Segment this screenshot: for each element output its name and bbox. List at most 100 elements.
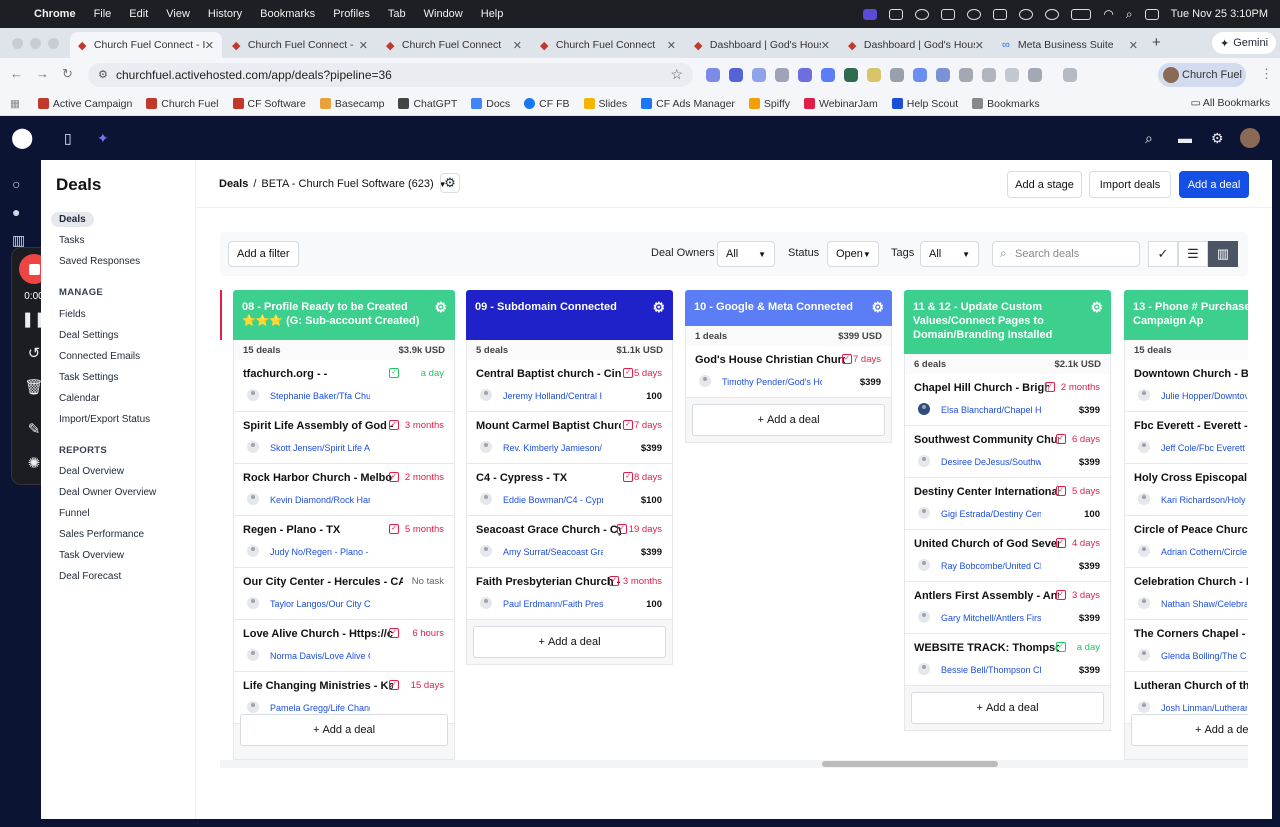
deal-contact-link[interactable]: Amy Surrat/Seacoast Gra — [503, 547, 603, 557]
deal-card[interactable]: Mount Carmel Baptist Church -✓7 days Rev.… — [467, 412, 672, 464]
face-icon[interactable] — [1045, 8, 1060, 20]
sidebar-item-funnel[interactable]: Funnel — [59, 508, 90, 519]
extension-icon[interactable] — [752, 68, 766, 82]
extension-icon[interactable] — [1005, 68, 1019, 82]
deal-contact-link[interactable]: Nathan Shaw/Celebra — [1161, 599, 1247, 609]
extension-icon[interactable] — [844, 68, 858, 82]
deal-contact-link[interactable]: Bessie Bell/Thompson Cl — [941, 665, 1041, 675]
task-check-icon[interactable]: ✓ — [609, 576, 619, 586]
bookmark-item[interactable]: Active Campaign — [37, 98, 132, 110]
pipeline-settings-gear-icon[interactable]: ⚙ — [440, 173, 460, 193]
deal-contact-link[interactable]: Jeremy Holland/Central I — [503, 391, 603, 401]
stage-header[interactable]: 08 - Profile Ready to be Created ⭐⭐⭐ (G:… — [233, 290, 455, 340]
deal-contact-link[interactable]: Jeff Cole/Fbc Everett — [1161, 443, 1247, 453]
deal-owners-select[interactable]: All ▼ — [717, 241, 775, 267]
extensions-puzzle-icon[interactable] — [1028, 68, 1042, 82]
board-horizontal-scrollbar[interactable] — [220, 760, 1248, 768]
wifi-icon[interactable]: ◠ — [1103, 7, 1113, 21]
deal-card[interactable]: Love Alive Church - Https://chu ✓ 6 hours N… — [234, 620, 454, 672]
checklist-view-icon[interactable]: ✓ — [1148, 241, 1178, 267]
browser-tab[interactable]: ◆ Dashboard | God's Hous ✕ — [686, 32, 838, 58]
bookmark-item[interactable]: Docs — [471, 98, 510, 110]
stage-settings-gear-icon[interactable]: ⚙ — [652, 300, 665, 314]
stage-header[interactable]: 10 - Google & Meta Connected ⚙ — [685, 290, 892, 326]
deal-card[interactable]: Faith Presbyterian Church - ✓ 3 months Paul… — [467, 568, 672, 620]
add-deal-button[interactable]: Add a deal — [1179, 171, 1249, 198]
status-select[interactable]: Open ▼ — [827, 241, 879, 267]
add-deal-to-stage-button[interactable]: + Add a deal — [240, 714, 448, 746]
extension-icon[interactable] — [982, 68, 996, 82]
chrome-profile-button[interactable]: Church Fuel — [1158, 63, 1246, 87]
sidebar-item-fields[interactable]: Fields — [59, 309, 86, 320]
bookmark-item[interactable]: CF Ads Manager — [641, 98, 735, 110]
bookmark-item[interactable]: WebinarJam — [804, 98, 878, 110]
display-icon[interactable] — [941, 8, 956, 20]
menu-tab[interactable]: Tab — [388, 8, 406, 20]
chrome-menu-icon[interactable]: ⋮ — [1260, 66, 1273, 82]
deal-card[interactable]: Destiny Center International - ✓ 5 days Gig… — [905, 478, 1110, 530]
bookmark-item[interactable]: Basecamp — [319, 98, 384, 110]
search-deals-input[interactable]: Search deals — [992, 241, 1140, 267]
extension-icon[interactable] — [959, 68, 973, 82]
deal-contact-link[interactable]: Kari Richardson/Holy — [1161, 495, 1247, 505]
task-check-icon[interactable]: ✓ — [1056, 486, 1066, 496]
deal-contact-link[interactable]: Elsa Blanchard/Chapel H — [941, 405, 1041, 415]
bookmark-item[interactable]: CF FB — [524, 98, 570, 110]
sidebar-item-deal-settings[interactable]: Deal Settings — [59, 330, 118, 341]
extension-icon[interactable] — [729, 68, 743, 82]
close-tab-icon[interactable]: ✕ — [667, 39, 676, 52]
deal-contact-link[interactable]: Ray Bobcombe/United Cl — [941, 561, 1041, 571]
extension-icon[interactable] — [798, 68, 812, 82]
zoom-window-button[interactable] — [48, 38, 59, 49]
extension-icon[interactable] — [867, 68, 881, 82]
browser-tab[interactable]: ◆ Church Fuel Connect ✕ — [532, 32, 684, 58]
deal-contact-link[interactable]: Pamela Gregg/Life Chang — [270, 703, 370, 713]
sidebar-item-saved-responses[interactable]: Saved Responses — [59, 256, 140, 267]
deal-contact-link[interactable]: Taylor Langos/Our City Ce — [270, 599, 370, 609]
chat-icon[interactable]: ▬ — [1178, 130, 1192, 146]
browser-tab[interactable]: ∞ Meta Business Suite ✕ — [994, 32, 1146, 58]
lightbulb-icon[interactable]: ○ — [12, 176, 20, 192]
pipeline-selector[interactable]: BETA - Church Fuel Software (623) — [261, 178, 433, 190]
menu-bookmarks[interactable]: Bookmarks — [260, 8, 315, 20]
stage-header[interactable]: 13 - Phone # Purchase, Approval, Campaig… — [1124, 290, 1248, 340]
task-check-icon[interactable]: ✓ — [1056, 590, 1066, 600]
bookmark-item[interactable]: Help Scout — [891, 98, 958, 110]
deal-contact-link[interactable]: Paul Erdmann/Faith Pres — [503, 599, 603, 609]
deal-contact-link[interactable]: Gary Mitchell/Antlers Firs — [941, 613, 1041, 623]
extension-icon[interactable] — [821, 68, 835, 82]
sidebar-item-deals[interactable]: Deals — [51, 212, 94, 227]
task-check-icon[interactable]: ✓ — [389, 524, 399, 534]
menu-window[interactable]: Window — [424, 8, 463, 20]
sidebar-item-tasks[interactable]: Tasks — [59, 235, 85, 246]
stage-header[interactable]: 11 & 12 - Update Custom Values/Connect P… — [904, 290, 1111, 354]
scrollbar-thumb[interactable] — [822, 761, 998, 767]
cloud-icon[interactable] — [993, 8, 1008, 20]
sidebar-item-task-overview[interactable]: Task Overview — [59, 550, 124, 561]
close-tab-icon[interactable]: ✕ — [205, 39, 214, 52]
minimize-window-button[interactable] — [30, 38, 41, 49]
menu-history[interactable]: History — [208, 8, 242, 20]
deal-contact-link[interactable]: Adrian Cothern/Circle — [1161, 547, 1247, 557]
deal-card[interactable]: Rock Harbor Church - Melbou ✓ 2 months Kevi… — [234, 464, 454, 516]
task-check-icon[interactable]: ✓ — [1045, 382, 1055, 392]
sync-icon[interactable] — [967, 8, 982, 20]
task-check-icon[interactable]: ✓ — [623, 368, 633, 378]
deal-card[interactable]: God's House Christian Church ✓ 7 days Timot… — [686, 346, 891, 398]
deal-card[interactable]: Downtown Church - Bat Julie Hopper/Downto… — [1125, 360, 1248, 412]
menu-app-name[interactable]: Chrome — [34, 8, 76, 20]
deal-contact-link[interactable]: Gigi Estrada/Destiny Cen — [941, 509, 1041, 519]
menu-help[interactable]: Help — [481, 8, 504, 20]
user-avatar[interactable] — [1240, 128, 1260, 148]
gemini-button[interactable]: ✦ Gemini — [1212, 32, 1277, 54]
close-window-button[interactable] — [12, 38, 23, 49]
contacts-icon[interactable]: ● — [12, 204, 20, 220]
deal-card[interactable]: Spirit Life Assembly of God - ✓ 3 months Sk… — [234, 412, 454, 464]
task-check-icon[interactable]: ✓ — [623, 472, 633, 482]
deal-contact-link[interactable]: Julie Hopper/Downtov — [1161, 391, 1247, 401]
close-tab-icon[interactable]: ✕ — [359, 39, 368, 52]
app-status-icon[interactable] — [889, 8, 904, 20]
search-icon[interactable]: ⌕ — [1126, 7, 1133, 22]
add-deal-to-stage-button[interactable]: + Add a deal — [911, 692, 1104, 724]
browser-tab[interactable]: ◆ Church Fuel Connect - ✕ — [224, 32, 376, 58]
